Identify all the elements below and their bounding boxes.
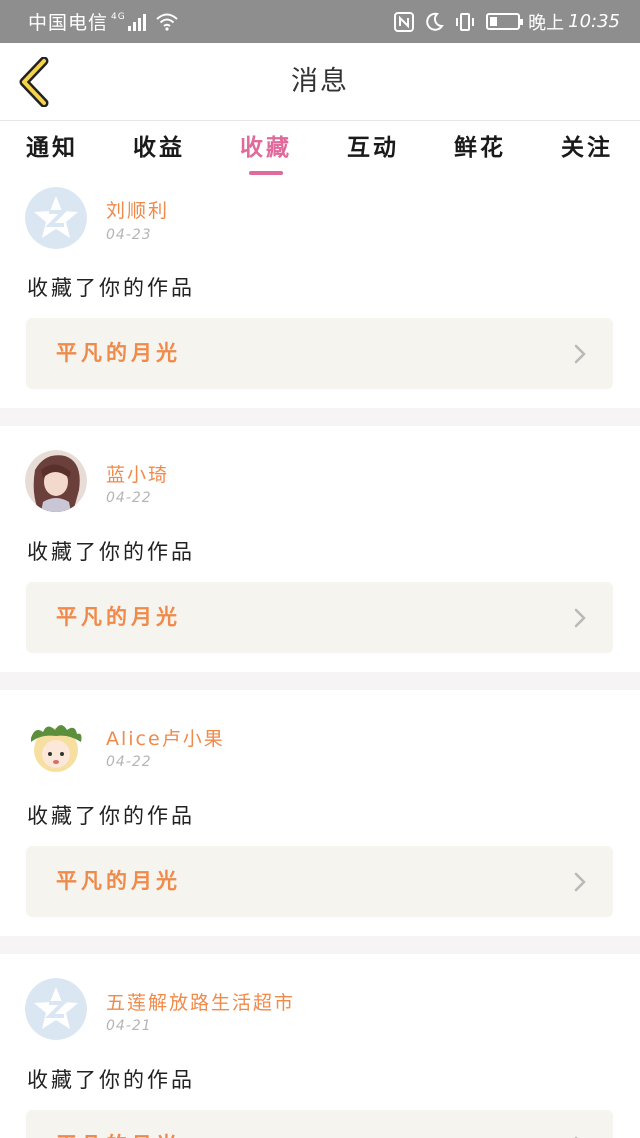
- tab-earnings[interactable]: 收益: [114, 122, 204, 180]
- chevron-right-icon: [574, 872, 586, 892]
- tab-follow[interactable]: 关注: [542, 122, 632, 180]
- user-name[interactable]: 刘顺利: [106, 196, 169, 223]
- notification-card: 蓝小琦 04-22 收藏了你的作品 平凡的月光: [0, 426, 640, 672]
- vibrate-icon: [454, 12, 476, 32]
- card-separator: [0, 936, 640, 954]
- work-link[interactable]: 平凡的月光: [26, 582, 613, 653]
- page-title: 消息: [291, 66, 349, 97]
- moon-icon: [424, 12, 444, 32]
- clock: 10:35: [568, 11, 620, 32]
- work-title: 平凡的月光: [56, 1110, 181, 1138]
- status-bar: 中国电信 4G 晚上 10:35: [0, 0, 640, 43]
- chevron-right-icon: [574, 608, 586, 628]
- user-name[interactable]: 蓝小琦: [106, 460, 169, 487]
- card-separator: [0, 672, 640, 690]
- chevron-right-icon: [574, 344, 586, 364]
- work-link[interactable]: 平凡的月光: [26, 1110, 613, 1138]
- work-link[interactable]: 平凡的月光: [26, 318, 613, 389]
- notification-message: 收藏了你的作品: [27, 276, 195, 300]
- user-name[interactable]: Alice卢小果: [106, 724, 225, 751]
- user-name[interactable]: 五莲解放路生活超市: [106, 988, 295, 1015]
- notification-date: 04-23: [106, 227, 152, 243]
- notification-date: 04-21: [106, 1018, 152, 1034]
- notification-message: 收藏了你的作品: [27, 1068, 195, 1092]
- time-period: 晚上: [528, 12, 565, 34]
- leaf-crown-avatar[interactable]: [25, 714, 87, 776]
- tab-flowers[interactable]: 鲜花: [435, 122, 525, 180]
- carrier-label: 中国电信: [28, 12, 109, 34]
- notification-card: Alice卢小果 04-22 收藏了你的作品 平凡的月光: [0, 690, 640, 936]
- work-title: 平凡的月光: [56, 605, 181, 629]
- notification-card: 五莲解放路生活超市 04-21 收藏了你的作品 平凡的月光: [0, 954, 640, 1138]
- work-title: 平凡的月光: [56, 869, 181, 893]
- anime-girl-avatar[interactable]: [25, 450, 87, 512]
- notification-card: 刘顺利 04-23 收藏了你的作品 平凡的月光: [0, 180, 640, 408]
- default-avatar-icon[interactable]: [25, 978, 87, 1040]
- active-tab-indicator: [249, 171, 283, 175]
- status-right: 晚上 10:35: [394, 0, 620, 43]
- notification-date: 04-22: [106, 490, 152, 506]
- notification-message: 收藏了你的作品: [27, 540, 195, 564]
- work-link[interactable]: 平凡的月光: [26, 846, 613, 917]
- notification-date: 04-22: [106, 754, 152, 770]
- nfc-icon: [394, 11, 415, 32]
- signal-icon: [127, 13, 148, 31]
- status-left: 中国电信 4G: [28, 0, 178, 43]
- work-title: 平凡的月光: [56, 341, 181, 365]
- card-separator: [0, 408, 640, 426]
- wifi-icon: [156, 13, 178, 31]
- tab-interaction[interactable]: 互动: [328, 122, 418, 180]
- tab-bar: 通知 收益 收藏 互动 鲜花 关注: [0, 122, 640, 180]
- default-avatar-icon[interactable]: [25, 187, 87, 249]
- tab-notice[interactable]: 通知: [7, 122, 97, 180]
- battery-icon: [486, 13, 524, 30]
- notification-message: 收藏了你的作品: [27, 804, 195, 828]
- header: 消息: [0, 43, 640, 121]
- network-type: 4G: [111, 11, 126, 22]
